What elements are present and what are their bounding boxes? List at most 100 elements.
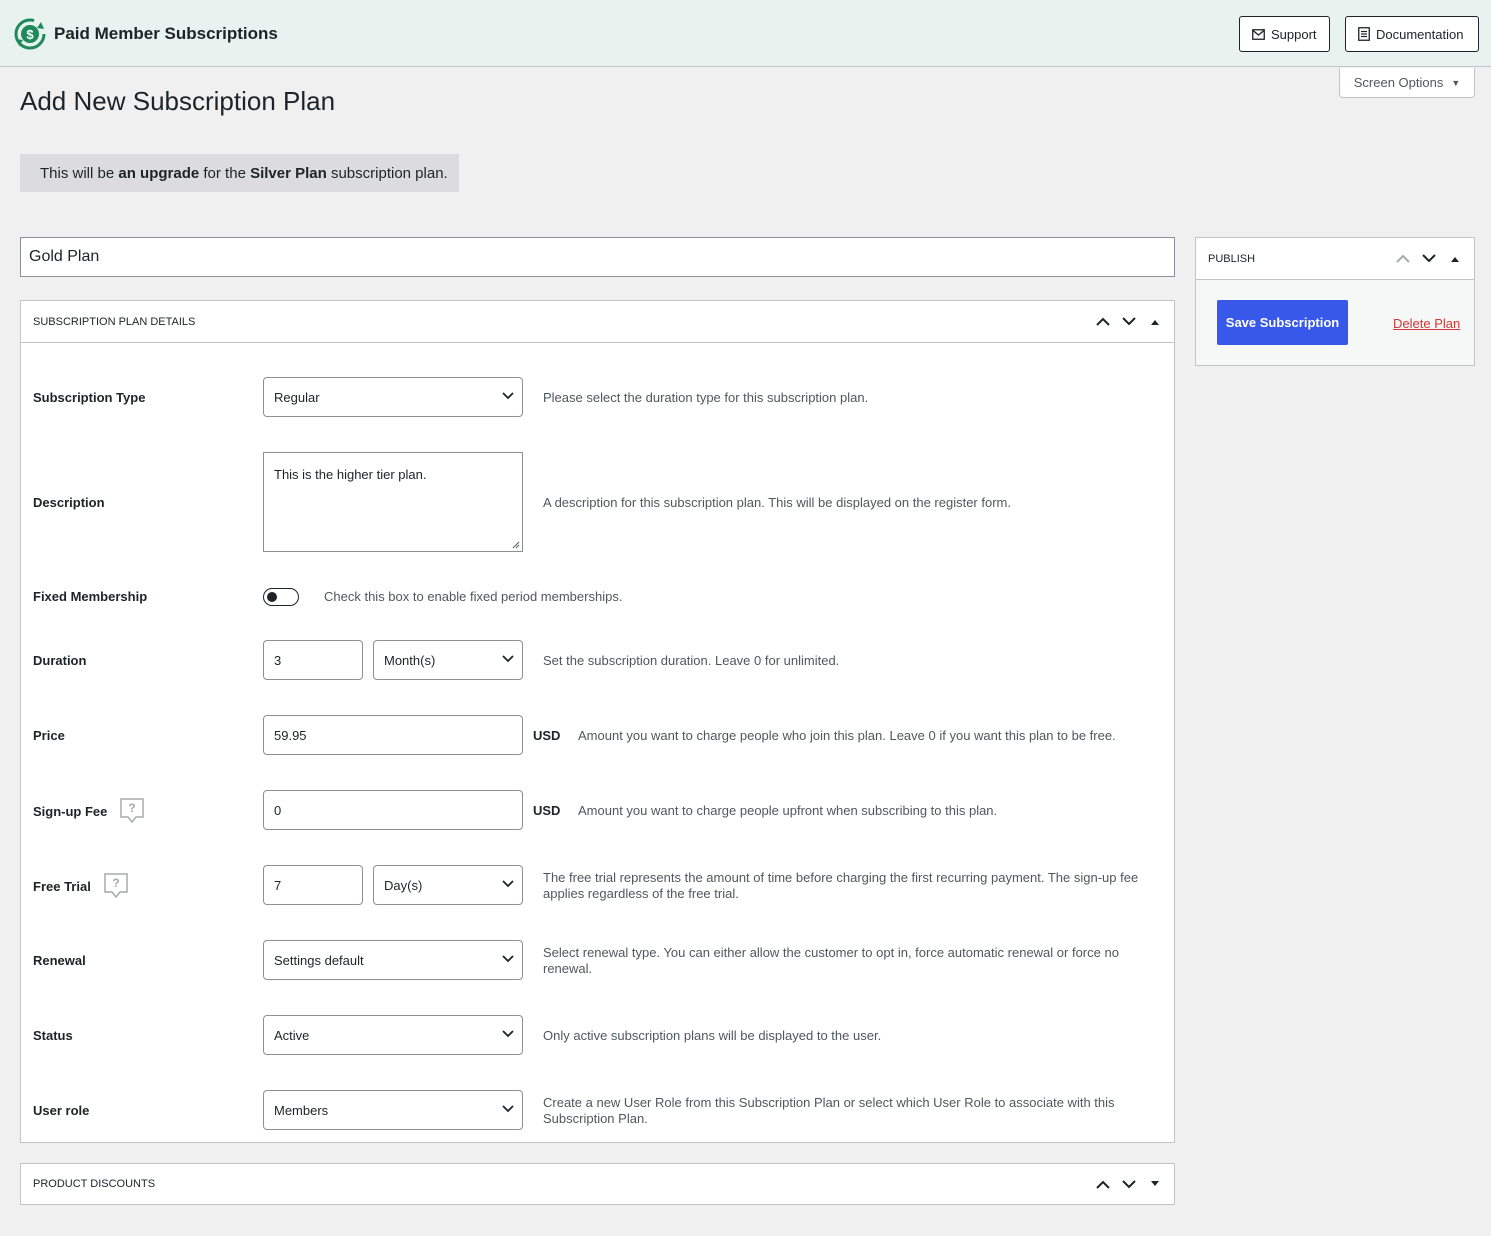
help-bubble-icon[interactable]: ? [119,797,145,825]
document-icon [1358,27,1370,41]
notice-prefix: This will be [40,164,119,182]
page-title: Add New Subscription Plan [20,86,336,116]
description-textarea[interactable]: This is the higher tier plan. [263,452,523,552]
publish-heading: Publish [1208,252,1256,265]
move-up-button[interactable] [1090,1171,1116,1197]
move-up-button[interactable] [1390,246,1416,272]
move-up-button[interactable] [1090,309,1116,335]
screen-options-label: Screen Options [1353,75,1444,90]
free-trial-unit-select[interactable]: Day(s) [373,865,523,905]
documentation-button[interactable]: Documentation [1345,16,1479,52]
collapse-toggle-button[interactable] [1442,246,1468,272]
move-down-button[interactable] [1416,246,1442,272]
description-description: A description for this subscription plan… [543,495,1011,510]
details-box-header: Subscription Plan Details [21,301,1174,343]
mail-icon [1252,28,1265,40]
move-down-button[interactable] [1116,1171,1142,1197]
collapse-toggle-button[interactable] [1142,309,1168,335]
price-currency: USD [533,728,561,743]
duration-input[interactable]: 3 [263,640,363,680]
renewal-label: Renewal [33,953,86,968]
resize-handle-icon[interactable] [512,541,520,549]
status-value: Active [274,1027,310,1043]
signup-fee-description: Amount you want to charge people upfront… [578,803,998,818]
publish-box: Publish Save Subscription Delete Plan [1195,237,1475,366]
delete-plan-link[interactable]: Delete Plan [1393,316,1460,331]
chevron-down-icon [1422,254,1436,263]
user-role-value: Members [274,1102,329,1118]
renewal-value: Settings default [274,952,364,968]
details-heading: Subscription Plan Details [33,315,196,328]
price-description: Amount you want to charge people who joi… [578,728,1116,743]
renewal-select[interactable]: Settings default [263,940,523,980]
duration-description: Set the subscription duration. Leave 0 f… [543,653,840,668]
chevron-down-icon [502,1030,514,1038]
price-input[interactable]: 59.95 [263,715,523,755]
plugin-header: $ Paid Member Subscriptions Support Docu… [0,0,1491,67]
fixed-membership-label: Fixed Membership [33,589,148,604]
free-trial-label-text: Free Trial [33,878,91,894]
discounts-heading: Product Discounts [33,1178,156,1190]
description-value: This is the higher tier plan. [274,467,427,482]
status-label: Status [33,1028,73,1043]
user-role-description: Create a new User Role from this Subscri… [543,1095,1115,1126]
price-value: 59.95 [274,727,307,743]
signup-fee-input[interactable]: 0 [263,790,523,830]
caret-down-icon: ▼ [1451,77,1461,88]
notice-upgrade-text: an upgrade [118,164,200,182]
price-label: Price [33,728,65,743]
svg-text:?: ? [112,876,119,890]
notice-suffix: subscription plan. [326,164,448,182]
fixed-membership-description: Check this box to enable fixed period me… [324,589,623,604]
support-button[interactable]: Support [1239,16,1330,52]
publish-box-header: Publish [1196,238,1474,280]
triangle-down-icon [1151,1181,1159,1186]
fixed-membership-toggle[interactable] [263,588,299,606]
save-subscription-button[interactable]: Save Subscription [1217,300,1348,345]
chevron-down-icon [1122,1179,1136,1188]
duration-unit-select[interactable]: Month(s) [373,640,523,680]
support-label: Support [1271,26,1317,42]
svg-text:$: $ [26,27,34,42]
free-trial-value: 7 [274,877,282,893]
notice-middle: for the [199,164,251,182]
subscription-type-select[interactable]: Regular [263,377,523,417]
free-trial-description: The free trial represents the amount of … [543,870,1139,901]
svg-text:?: ? [129,801,136,815]
move-down-button[interactable] [1116,309,1142,335]
signup-fee-label-text: Sign-up Fee [33,803,108,819]
duration-label: Duration [33,653,87,668]
chevron-down-icon [502,955,514,963]
discounts-box-header[interactable]: Product Discounts [21,1164,1174,1204]
description-label: Description [33,495,105,510]
toggle-knob [267,592,277,602]
chevron-down-icon [502,1105,514,1113]
notice-plan-name: Silver Plan [250,164,327,182]
signup-fee-currency: USD [533,803,561,818]
brand-name: Paid Member Subscriptions [54,24,278,43]
duration-value: 3 [274,652,282,668]
plan-title-input[interactable] [20,237,1175,277]
help-bubble-icon[interactable]: ? [103,872,129,900]
triangle-up-icon [1451,256,1459,262]
subscription-plan-details-box: Subscription Plan Details Subscription T… [20,300,1175,1143]
triangle-up-icon [1151,319,1159,325]
screen-options-toggle[interactable]: Screen Options ▼ [1339,68,1475,98]
renewal-description: Select renewal type. You can either allo… [543,945,1119,976]
expand-toggle-button[interactable] [1142,1171,1168,1197]
pms-logo-icon: $ [14,18,46,50]
product-discounts-box: Product Discounts [20,1163,1175,1205]
signup-fee-label: Sign-up Fee ? [33,797,145,825]
chevron-up-icon [1396,254,1410,263]
user-role-label: User role [33,1103,90,1118]
free-trial-input[interactable]: 7 [263,865,363,905]
upgrade-notice: This will be an upgrade for the Silver P… [20,154,459,192]
subscription-type-description: Please select the duration type for this… [543,390,869,405]
status-select[interactable]: Active [263,1015,523,1055]
documentation-label: Documentation [1376,26,1464,42]
signup-fee-value: 0 [274,802,282,818]
free-trial-unit-value: Day(s) [384,877,423,893]
user-role-select[interactable]: Members [263,1090,523,1130]
duration-unit-value: Month(s) [384,652,436,668]
subscription-type-label: Subscription Type [33,390,146,405]
